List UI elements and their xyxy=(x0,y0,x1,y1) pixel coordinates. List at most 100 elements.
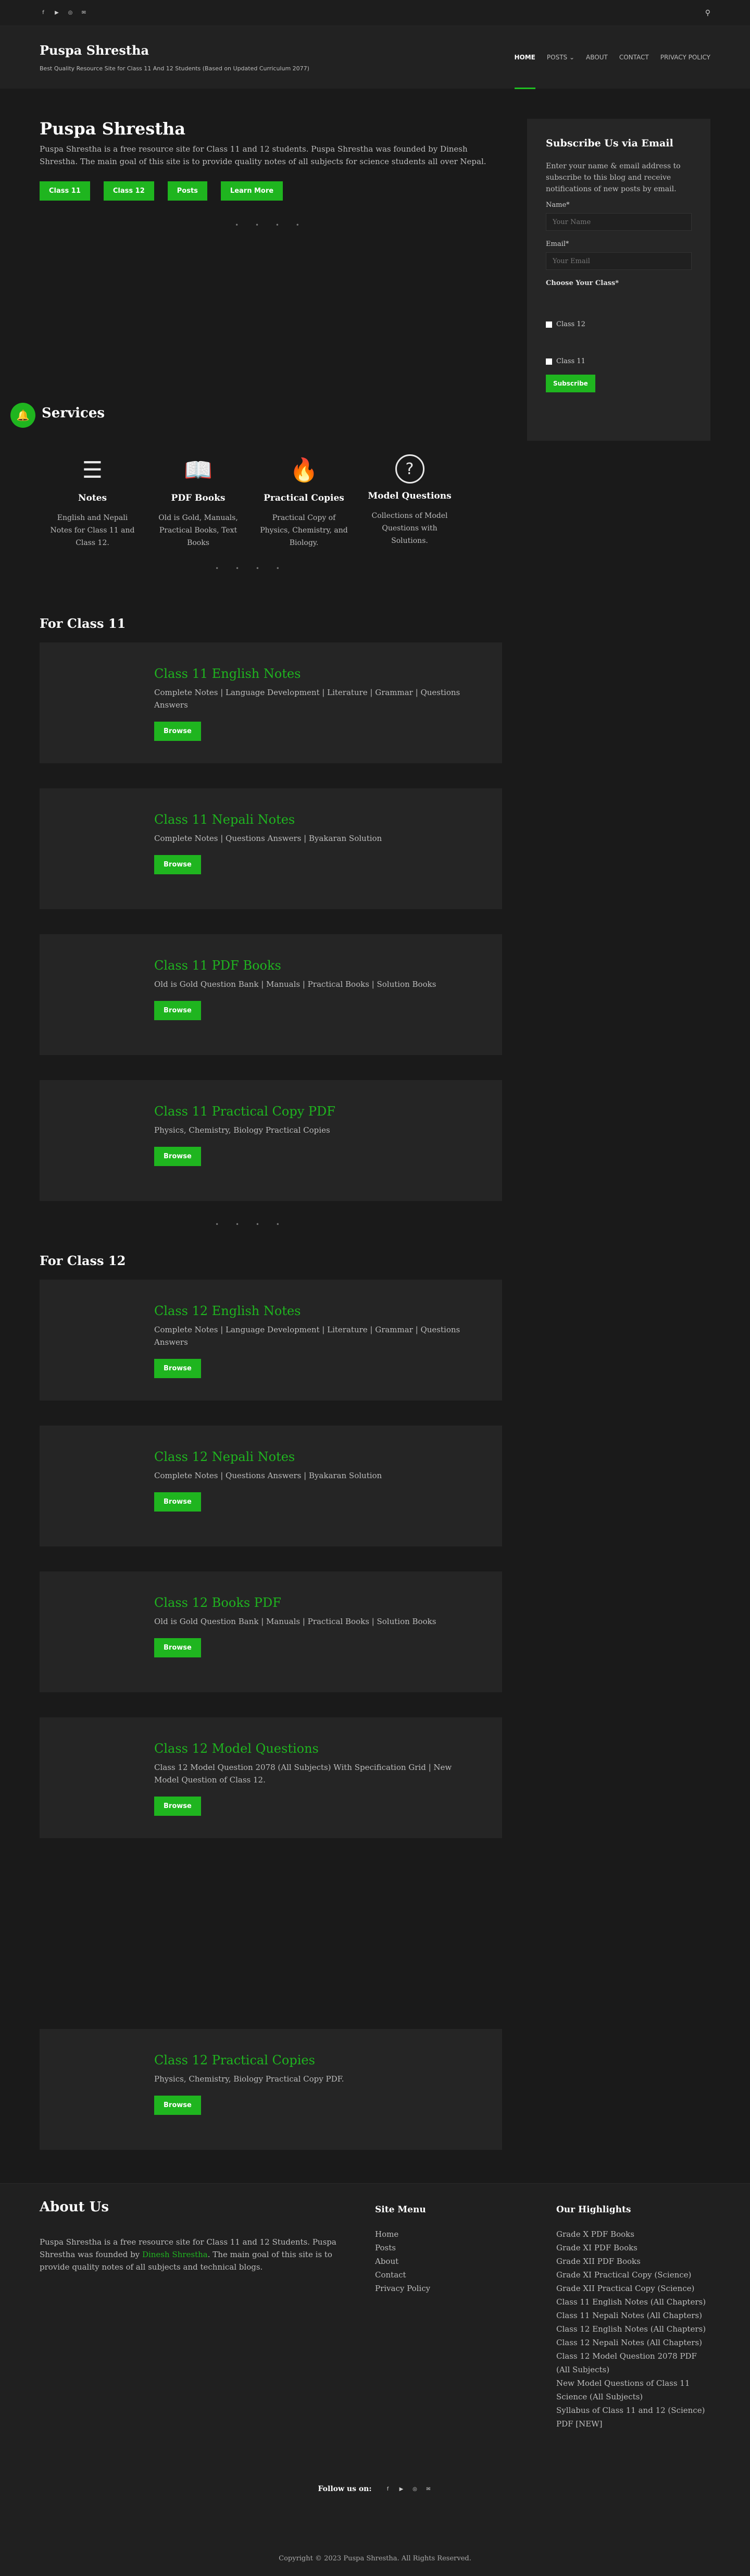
card-title[interactable]: Class 12 Books PDF xyxy=(154,1595,466,1610)
browse-button[interactable]: Browse xyxy=(154,855,201,874)
highlight-link[interactable]: Grade X PDF Books xyxy=(556,2227,710,2241)
subscribe-text: Enter your name & email address to subsc… xyxy=(546,162,681,193)
footer-link-privacy-policy[interactable]: Privacy Policy xyxy=(375,2282,556,2295)
service-text: English and Nepali Notes for Class 11 an… xyxy=(50,514,135,547)
browse-button[interactable]: Browse xyxy=(154,2096,201,2115)
footer-site-menu: Site Menu Home Posts About Contact Priva… xyxy=(375,2199,556,2431)
browse-button[interactable]: Browse xyxy=(154,1001,201,1020)
name-field[interactable]: Your Name xyxy=(546,213,692,231)
service-practical-copies[interactable]: 🔥 Practical Copies Practical Copy of Phy… xyxy=(251,454,357,549)
card-text: Complete Notes | Questions Answers | Bya… xyxy=(154,834,382,843)
posts-button[interactable]: Posts xyxy=(167,181,207,201)
card-title[interactable]: Class 11 English Notes xyxy=(154,666,466,681)
footer-highlights: Our Highlights Grade X PDF Books Grade X… xyxy=(556,2199,710,2431)
nav-contact[interactable]: Contact xyxy=(619,26,649,89)
card-title[interactable]: Class 12 Model Questions xyxy=(154,1741,466,1756)
class-11-button[interactable]: Class 11 xyxy=(40,181,90,201)
notes-icon: ☰ xyxy=(82,456,103,484)
browse-button[interactable]: Browse xyxy=(154,722,201,741)
highlight-link[interactable]: Grade XI Practical Copy (Science) xyxy=(556,2268,710,2282)
card-class-12-practical-copies: Class 12 Practical Copies Physics, Chemi… xyxy=(40,2029,502,2150)
checkbox-box[interactable] xyxy=(546,358,552,365)
checkbox-box[interactable] xyxy=(546,321,552,328)
highlight-link[interactable]: Grade XII PDF Books xyxy=(556,2255,710,2268)
name-label: Name* xyxy=(546,201,570,209)
site-menu-title: Site Menu xyxy=(375,2205,426,2215)
nav-about[interactable]: About xyxy=(586,26,608,89)
divider-dots: • • • • xyxy=(215,565,287,572)
subscribe-button[interactable]: Subscribe xyxy=(546,375,595,392)
founder-link[interactable]: Dinesh Shrestha xyxy=(142,2250,208,2259)
email-label: Email* xyxy=(546,240,569,248)
instagram-icon[interactable]: ◎ xyxy=(67,9,74,17)
card-text: Complete Notes | Language Development | … xyxy=(154,688,460,710)
service-title: PDF Books xyxy=(171,493,226,503)
highlight-link[interactable]: Class 12 English Notes (All Chapters) xyxy=(556,2322,710,2336)
email-icon[interactable]: ✉ xyxy=(80,9,88,17)
about-text: Puspa Shrestha is a free resource site f… xyxy=(40,2236,352,2273)
card-class-12-nepali: Class 12 Nepali Notes Complete Notes | Q… xyxy=(40,1426,502,1546)
class-12-button[interactable]: Class 12 xyxy=(103,181,154,201)
card-title[interactable]: Class 11 Practical Copy PDF xyxy=(154,1104,466,1119)
nav-posts[interactable]: Posts ⌄ xyxy=(547,26,574,89)
highlight-link[interactable]: Syllabus of Class 11 and 12 (Science) PD… xyxy=(556,2404,710,2431)
main-nav: Home Posts ⌄ About Contact Privacy Polic… xyxy=(514,26,710,89)
card-title[interactable]: Class 12 English Notes xyxy=(154,1304,466,1318)
card-class-11-english: Class 11 English Notes Complete Notes | … xyxy=(40,642,502,763)
class-11-checkbox[interactable]: Class 11 xyxy=(546,357,692,365)
divider-dots: • • • • xyxy=(215,1221,287,1228)
footer-link-posts[interactable]: Posts xyxy=(375,2241,556,2255)
card-class-11-pdf-books: Class 11 PDF Books Old is Gold Question … xyxy=(40,934,502,1055)
card-text: Class 12 Model Question 2078 (All Subjec… xyxy=(154,1763,452,1785)
site-title[interactable]: Puspa Shrestha xyxy=(40,43,309,58)
highlight-link[interactable]: New Model Questions of Class 11 Science … xyxy=(556,2376,710,2404)
youtube-icon[interactable]: ▶ xyxy=(53,9,60,17)
email-field[interactable]: Your Email xyxy=(546,252,692,270)
notification-bell-icon[interactable]: 🔔 xyxy=(10,403,35,428)
browse-button[interactable]: Browse xyxy=(154,1492,201,1512)
social-links: f ▶ ◎ ✉ xyxy=(40,9,88,17)
site-footer: About Us Puspa Shrestha is a free resour… xyxy=(0,2183,750,2576)
card-title[interactable]: Class 12 Nepali Notes xyxy=(154,1450,466,1464)
highlight-link[interactable]: Class 12 Model Question 2078 PDF (All Su… xyxy=(556,2349,710,2376)
card-text: Complete Notes | Questions Answers | Bya… xyxy=(154,1471,382,1480)
browse-button[interactable]: Browse xyxy=(154,1147,201,1166)
card-text: Physics, Chemistry, Biology Practical Co… xyxy=(154,2074,344,2084)
nav-home[interactable]: Home xyxy=(514,26,536,89)
service-model-questions[interactable]: ? Model Questions Collections of Model Q… xyxy=(357,454,463,549)
highlight-link[interactable]: Class 12 Nepali Notes (All Chapters) xyxy=(556,2336,710,2349)
book-icon: 📖 xyxy=(184,457,213,484)
email-icon[interactable]: ✉ xyxy=(425,2485,432,2493)
browse-button[interactable]: Browse xyxy=(154,1638,201,1657)
class-11-title: For Class 11 xyxy=(40,616,126,631)
search-icon[interactable]: ⚲ xyxy=(705,9,710,17)
highlight-link[interactable]: Grade XI PDF Books xyxy=(556,2241,710,2255)
youtube-icon[interactable]: ▶ xyxy=(398,2485,405,2493)
footer-link-home[interactable]: Home xyxy=(375,2227,556,2241)
highlight-link[interactable]: Grade XII Practical Copy (Science) xyxy=(556,2282,710,2295)
site-tagline: Best Quality Resource Site for Class 11 … xyxy=(40,65,309,72)
card-title[interactable]: Class 11 Nepali Notes xyxy=(154,812,466,827)
footer-link-about[interactable]: About xyxy=(375,2255,556,2268)
browse-button[interactable]: Browse xyxy=(154,1359,201,1378)
follow-us: Follow us on: f ▶ ◎ ✉ xyxy=(40,2485,710,2493)
highlight-link[interactable]: Class 11 English Notes (All Chapters) xyxy=(556,2295,710,2309)
service-title: Model Questions xyxy=(368,491,452,501)
learn-more-button[interactable]: Learn More xyxy=(220,181,283,201)
card-title[interactable]: Class 11 PDF Books xyxy=(154,958,466,973)
card-text: Old is Gold Question Bank | Manuals | Pr… xyxy=(154,1617,436,1626)
highlights-title: Our Highlights xyxy=(556,2205,631,2215)
facebook-icon[interactable]: f xyxy=(384,2485,392,2493)
footer-link-contact[interactable]: Contact xyxy=(375,2268,556,2282)
class-12-checkbox[interactable]: Class 12 xyxy=(546,320,692,328)
nav-privacy-policy[interactable]: Privacy Policy xyxy=(660,26,710,89)
highlight-link[interactable]: Class 11 Nepali Notes (All Chapters) xyxy=(556,2309,710,2322)
card-class-11-nepali: Class 11 Nepali Notes Complete Notes | Q… xyxy=(40,788,502,909)
browse-button[interactable]: Browse xyxy=(154,1797,201,1816)
facebook-icon[interactable]: f xyxy=(40,9,47,17)
service-notes[interactable]: ☰ Notes English and Nepali Notes for Cla… xyxy=(40,454,145,549)
instagram-icon[interactable]: ◎ xyxy=(411,2485,419,2493)
card-title[interactable]: Class 12 Practical Copies xyxy=(154,2053,466,2067)
service-pdf-books[interactable]: 📖 PDF Books Old is Gold, Manuals, Practi… xyxy=(145,454,251,549)
follow-label: Follow us on: xyxy=(318,2485,372,2493)
